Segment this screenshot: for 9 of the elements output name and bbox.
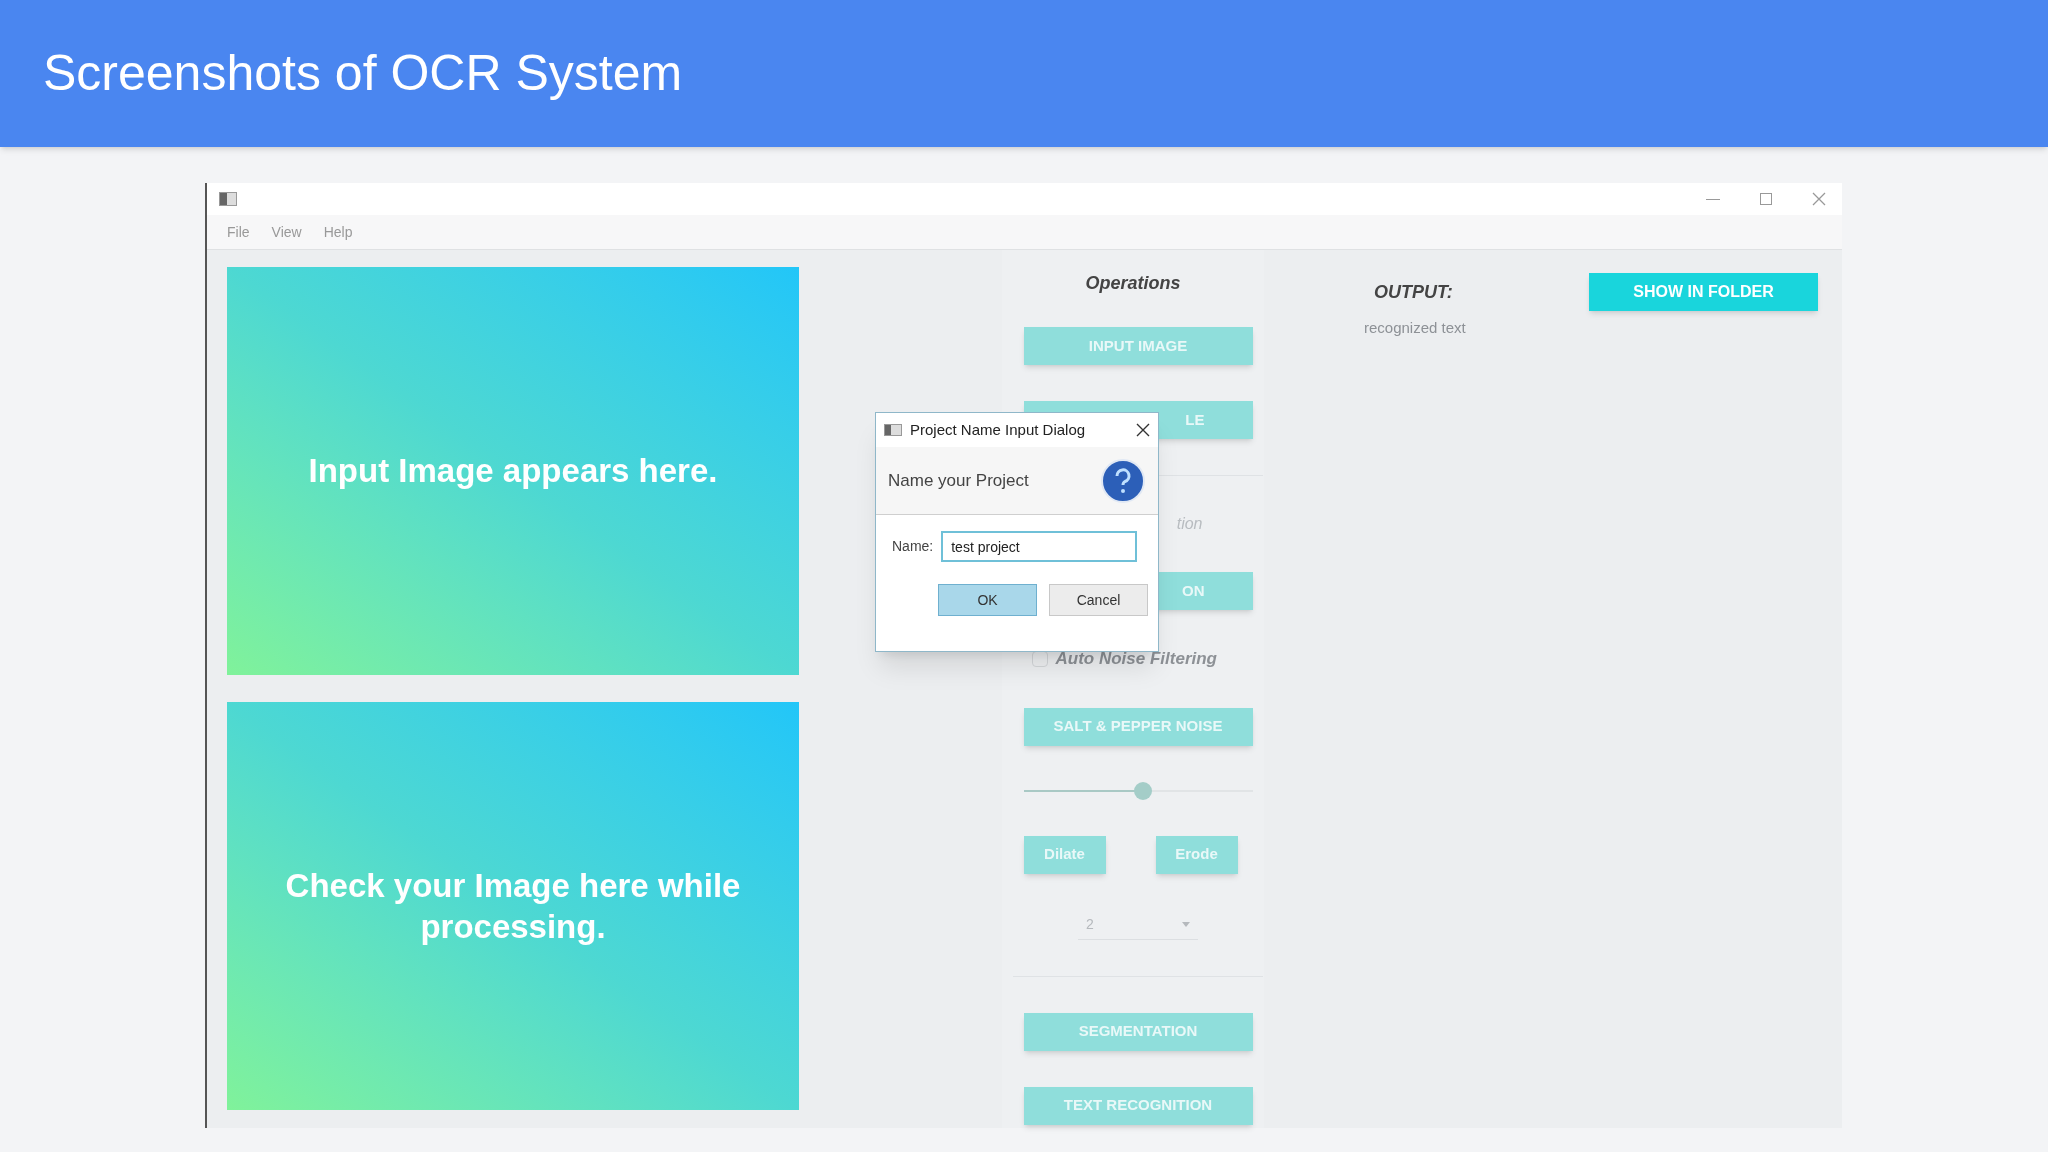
slide-title: Screenshots of OCR System [43,44,683,103]
panel-text: Input Image appears here. [308,451,718,492]
name-label: Name: [892,537,934,556]
checkbox-label: Auto Noise Filtering [1055,648,1217,670]
operations-heading: Operations [1085,272,1181,295]
output-heading: OUTPUT: [1374,280,1453,304]
dialog-title: Project Name Input Dialog [910,419,1086,440]
dialog-message: Name your Project [888,469,1029,492]
panel-text: Check your Image here while processing. [284,865,742,947]
